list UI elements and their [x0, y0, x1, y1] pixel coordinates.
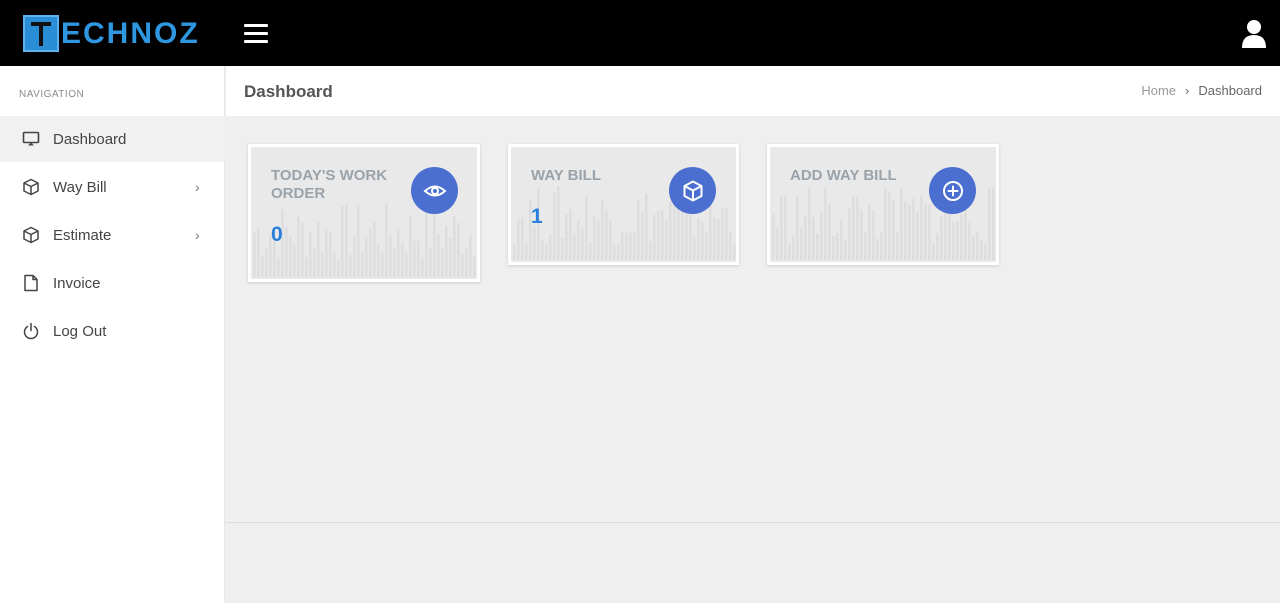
plus-circle-icon[interactable]	[929, 167, 976, 214]
eye-icon[interactable]	[411, 167, 458, 214]
breadcrumb: Home › Dashboard	[1141, 83, 1262, 98]
sidebar-item-label: Log Out	[53, 322, 107, 340]
chevron-right-icon: ›	[1185, 83, 1190, 98]
sidebar-item-estimate[interactable]: Estimate ›	[0, 212, 225, 258]
hamburger-icon[interactable]	[244, 24, 268, 44]
card-value: 1	[531, 205, 543, 228]
power-icon	[22, 322, 40, 340]
top-navbar: ECHNOZ	[0, 0, 1280, 66]
sidebar: NAVIGATION Dashboard Way Bill › Estimate…	[0, 66, 225, 603]
card-title: TODAY'S WORK ORDER	[271, 167, 388, 202]
sidebar-item-label: Dashboard	[53, 130, 127, 148]
sidebar-item-label: Estimate	[53, 226, 112, 244]
user-icon[interactable]	[1241, 19, 1267, 49]
breadcrumb-current: Dashboard	[1198, 83, 1262, 98]
card-title: ADD WAY BILL	[790, 167, 897, 184]
card-todays-work-order[interactable]: TODAY'S WORK ORDER 0	[248, 144, 480, 282]
card-value: 0	[271, 223, 283, 246]
sidebar-item-label: Invoice	[53, 274, 101, 292]
breadcrumb-home-link[interactable]: Home	[1141, 83, 1176, 98]
sidebar-title: NAVIGATION	[19, 89, 85, 100]
cube-icon	[22, 226, 40, 244]
cube-icon[interactable]	[669, 167, 716, 214]
sidebar-item-log-out[interactable]: Log Out	[0, 308, 225, 354]
logo-mark	[23, 15, 59, 52]
card-way-bill[interactable]: WAY BILL 1	[508, 144, 739, 265]
sidebar-item-label: Way Bill	[53, 178, 107, 196]
chevron-right-icon: ›	[195, 179, 200, 195]
logo-text: ECHNOZ	[61, 17, 200, 50]
sidebar-item-dashboard[interactable]: Dashboard	[0, 116, 225, 162]
chevron-right-icon: ›	[195, 227, 200, 243]
sidebar-item-invoice[interactable]: Invoice	[0, 260, 225, 306]
logo[interactable]: ECHNOZ	[23, 15, 200, 52]
card-title: WAY BILL	[531, 167, 602, 184]
monitor-icon	[22, 130, 40, 148]
card-add-way-bill[interactable]: ADD WAY BILL	[767, 144, 999, 265]
page-title: Dashboard	[244, 82, 333, 101]
content-header: Dashboard Home › Dashboard	[226, 66, 1280, 116]
footer-divider	[226, 522, 1280, 523]
cube-icon	[22, 178, 40, 196]
file-icon	[22, 274, 40, 292]
sidebar-item-way-bill[interactable]: Way Bill ›	[0, 164, 225, 210]
